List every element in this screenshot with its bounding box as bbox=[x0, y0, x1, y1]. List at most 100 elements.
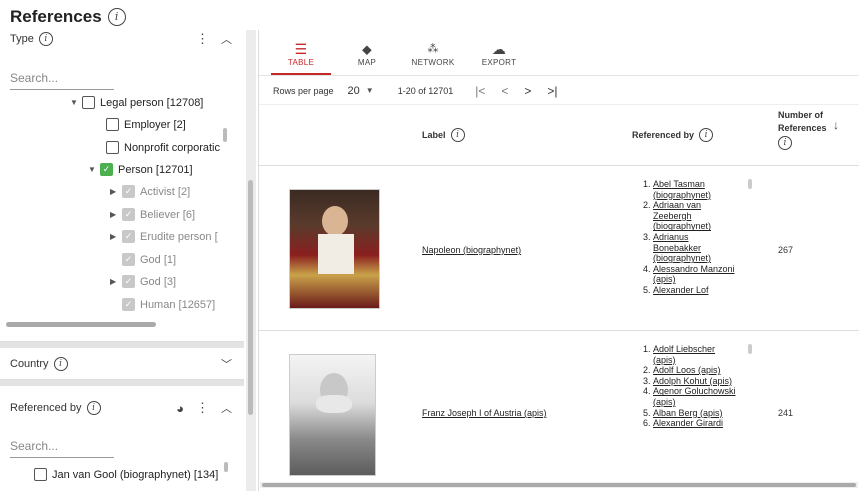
reference-link[interactable]: Agenor Goluchowski (apis) bbox=[653, 386, 737, 407]
table-header: Label i Referenced by i Number of Referenc… bbox=[259, 106, 859, 166]
chevron-up-icon[interactable]: ︿ bbox=[221, 400, 232, 416]
info-icon[interactable]: i bbox=[450, 128, 465, 142]
table-row: Napoleon (biographynet) Abel Tasman (bio… bbox=[259, 167, 859, 331]
sort-descending-icon[interactable]: ↓ bbox=[833, 118, 839, 132]
scrollbar-thumb[interactable] bbox=[248, 180, 253, 415]
view-tabs: ☰ TABLE ⬥ MAP ⁂ NETWORK ☁ EXPORT bbox=[259, 30, 859, 76]
country-facet-panel[interactable]: Country i ﹀ bbox=[0, 348, 244, 380]
column-header-referenced-by[interactable]: Referenced by i bbox=[632, 128, 714, 142]
next-page-icon[interactable]: > bbox=[524, 84, 531, 98]
tab-label: MAP bbox=[357, 58, 377, 67]
referenced-by-search-input[interactable]: Search... bbox=[10, 434, 114, 458]
tree-node[interactable]: ▶ ✓ Believer [6] bbox=[110, 208, 195, 221]
reference-link[interactable]: Adrianus Bonebakker (biographynet) bbox=[653, 232, 737, 264]
info-icon[interactable]: i bbox=[86, 401, 101, 415]
collapsed-triangle-icon[interactable]: ▶ bbox=[110, 187, 122, 196]
reference-link[interactable]: Adolph Kohut (apis) bbox=[653, 376, 737, 387]
facet-item-label: Jan van Gool (biographynet) [134] bbox=[52, 468, 219, 481]
reference-link[interactable]: Alban Berg (apis) bbox=[653, 408, 737, 419]
type-search-input[interactable]: Search... bbox=[10, 66, 114, 90]
checkbox-checked[interactable]: ✓ bbox=[100, 163, 113, 176]
pie-chart-icon[interactable]: ◕ bbox=[176, 401, 184, 416]
referenced-by-facet-panel: Referenced by i ◕ ⋮ ︿ Search... Jan van … bbox=[0, 386, 244, 491]
tree-node[interactable]: ✓ God [1] bbox=[122, 253, 176, 266]
table-horizontal-scrollbar[interactable] bbox=[260, 482, 858, 488]
tree-node[interactable]: ✓ Human [12657] bbox=[122, 298, 215, 311]
collapsed-triangle-icon[interactable]: ▶ bbox=[110, 232, 122, 241]
checkbox[interactable] bbox=[82, 96, 95, 109]
type-facet-title: Type bbox=[10, 33, 34, 45]
info-icon[interactable]: i bbox=[38, 32, 53, 46]
sidebar-scrollbar[interactable] bbox=[246, 30, 256, 491]
info-icon[interactable]: i bbox=[778, 136, 792, 150]
dropdown-arrow-icon[interactable]: ▼ bbox=[366, 86, 374, 95]
results-area: ☰ TABLE ⬥ MAP ⁂ NETWORK ☁ EXPORT Rows pe… bbox=[258, 30, 859, 491]
checkbox[interactable] bbox=[34, 468, 47, 481]
referenced-by-list: Abel Tasman (biographynet) Adriaan van Z… bbox=[639, 179, 737, 319]
tree-node[interactable]: ▶ ✓ God [3] bbox=[110, 275, 176, 288]
tab-label: EXPORT bbox=[481, 58, 517, 67]
tree-node[interactable]: ▶ ✓ Erudite person [ bbox=[110, 230, 218, 243]
scrollbar-thumb[interactable] bbox=[262, 483, 856, 487]
tab-label: NETWORK bbox=[411, 58, 455, 67]
page-title: References bbox=[10, 6, 102, 26]
type-tree: ▼ Legal person [12708] Employer [2] Nonpr… bbox=[14, 96, 230, 326]
tree-node-label: Human [12657] bbox=[140, 298, 216, 311]
reference-link[interactable]: Adolf Liebscher (apis) bbox=[653, 344, 737, 365]
tree-node[interactable]: ▶ ✓ Activist [2] bbox=[110, 185, 190, 198]
reference-link[interactable]: Adolf Loos (apis) bbox=[653, 365, 737, 376]
pagination-bar: Rows per page 20 ▼ 1-20 of 12701 |< < > … bbox=[259, 77, 859, 105]
reference-link[interactable]: Alexander Lof bbox=[653, 285, 737, 296]
list-scrollbar[interactable] bbox=[224, 462, 228, 472]
reference-link[interactable]: Alexander Girardi bbox=[653, 418, 737, 429]
row-label-link[interactable]: Franz Joseph I of Austria (apis) bbox=[422, 408, 547, 418]
chevron-down-icon[interactable]: ﹀ bbox=[221, 356, 232, 372]
tree-node[interactable]: Employer [2] bbox=[106, 118, 186, 131]
tree-node[interactable]: ▼ Legal person [12708] bbox=[70, 96, 203, 109]
checkbox[interactable] bbox=[106, 118, 119, 131]
tree-node-label: Employer [2] bbox=[124, 118, 186, 131]
tab-map[interactable]: ⬥ MAP bbox=[337, 30, 397, 75]
tree-node[interactable]: Nonprofit corporatic bbox=[106, 141, 220, 154]
reference-link[interactable]: Alessandro Manzoni (apis) bbox=[653, 264, 737, 285]
previous-page-icon[interactable]: < bbox=[501, 84, 508, 98]
info-icon[interactable]: i bbox=[699, 128, 714, 142]
info-icon[interactable]: i bbox=[53, 357, 68, 371]
tree-node-label: Activist [2] bbox=[140, 185, 191, 198]
rows-per-page-label: Rows per page bbox=[273, 85, 334, 96]
facet-list-item[interactable]: Jan van Gool (biographynet) [134] bbox=[34, 468, 218, 481]
expanded-triangle-icon[interactable]: ▼ bbox=[70, 98, 82, 107]
more-vert-icon[interactable]: ⋮ bbox=[196, 31, 209, 47]
column-header-number-of-references[interactable]: Number of References i bbox=[778, 110, 827, 150]
collapsed-triangle-icon[interactable]: ▶ bbox=[110, 277, 122, 286]
reference-link[interactable]: Adriaan van Zeebergh (biographynet) bbox=[653, 200, 737, 232]
tree-node-label: Person [12701] bbox=[118, 163, 193, 176]
last-page-icon[interactable]: >| bbox=[547, 84, 557, 98]
first-page-icon[interactable]: |< bbox=[475, 84, 485, 98]
cell-scrollbar[interactable] bbox=[748, 344, 752, 354]
reference-link[interactable]: Abel Tasman (biographynet) bbox=[653, 179, 737, 200]
row-label-link[interactable]: Napoleon (biographynet) bbox=[422, 245, 521, 255]
checkbox[interactable] bbox=[106, 141, 119, 154]
expanded-triangle-icon[interactable]: ▼ bbox=[88, 165, 100, 174]
rows-per-page-select[interactable]: 20 bbox=[348, 85, 360, 97]
cell-scrollbar[interactable] bbox=[748, 179, 752, 189]
tree-node-label: Nonprofit corporatic bbox=[124, 141, 220, 154]
column-header-label[interactable]: Label i bbox=[422, 128, 465, 142]
tree-node[interactable]: ▼ ✓ Person [12701] bbox=[88, 163, 193, 176]
tree-node-label: Legal person [12708] bbox=[100, 96, 204, 109]
chevron-up-icon[interactable]: ︿ bbox=[221, 31, 232, 47]
info-icon[interactable]: i bbox=[107, 7, 126, 26]
tab-network[interactable]: ⁂ NETWORK bbox=[403, 30, 463, 75]
tab-table[interactable]: ☰ TABLE bbox=[271, 30, 331, 75]
more-vert-icon[interactable]: ⋮ bbox=[196, 400, 209, 416]
column-title: Label bbox=[422, 130, 446, 140]
tab-label: TABLE bbox=[287, 58, 315, 67]
tree-vertical-scrollbar[interactable] bbox=[223, 128, 227, 142]
tree-horizontal-scrollbar[interactable] bbox=[6, 322, 156, 327]
reference-count: 241 bbox=[778, 408, 794, 418]
collapsed-triangle-icon[interactable]: ▶ bbox=[110, 210, 122, 219]
tab-export[interactable]: ☁ EXPORT bbox=[469, 30, 529, 75]
checkbox-disabled: ✓ bbox=[122, 185, 135, 198]
portrait-image bbox=[289, 189, 380, 309]
